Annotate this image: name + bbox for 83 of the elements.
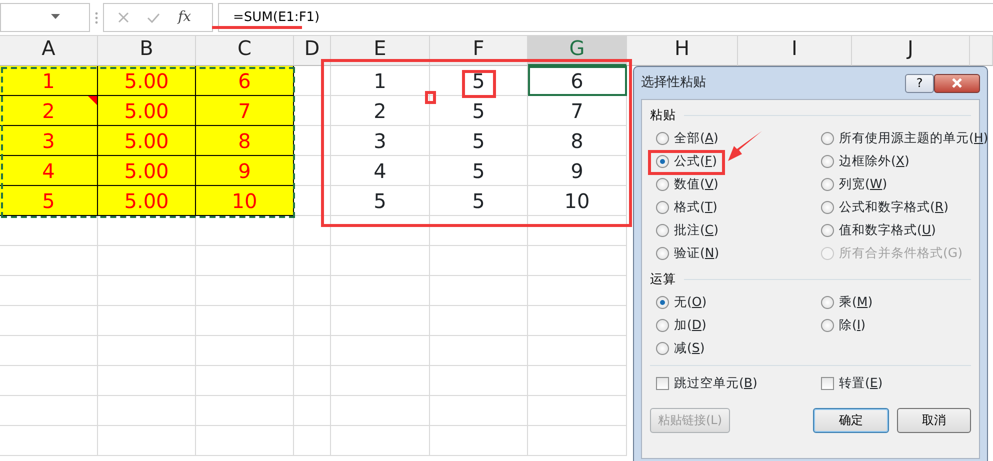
dropdown-caret-icon[interactable] bbox=[51, 14, 60, 19]
table-cell: 5.00 bbox=[98, 126, 196, 156]
radio-option[interactable]: 格式(T) bbox=[656, 198, 718, 218]
table-cell: 5.00 bbox=[98, 66, 196, 96]
dialog-button[interactable]: 取消 bbox=[897, 408, 971, 432]
table-cell: 5 bbox=[0, 186, 98, 216]
column-header[interactable]: B bbox=[98, 36, 196, 66]
radio-option[interactable]: 批注(C) bbox=[656, 220, 719, 241]
radio-option[interactable]: 乘(M) bbox=[821, 292, 873, 312]
table-cell: 5 bbox=[331, 186, 430, 216]
checkbox[interactable]: 转置(E) bbox=[821, 374, 883, 394]
empty-cell bbox=[294, 426, 331, 456]
table-cell: 4 bbox=[331, 156, 430, 186]
radio-option[interactable]: 边框除外(X) bbox=[821, 152, 910, 172]
empty-cell bbox=[294, 396, 331, 426]
radio-option[interactable]: 除(I) bbox=[821, 316, 866, 336]
table-cell: 5 bbox=[430, 126, 528, 156]
table-cell: 7 bbox=[196, 96, 294, 126]
table-cell: 1 bbox=[331, 66, 430, 96]
column-header[interactable]: G bbox=[528, 36, 627, 66]
radio-option[interactable]: 公式和数字格式(R) bbox=[821, 198, 948, 218]
radio-option[interactable]: 减(S) bbox=[656, 338, 705, 358]
radio-option[interactable]: 数值(V) bbox=[656, 174, 718, 195]
help-button[interactable]: ? bbox=[905, 74, 934, 92]
dialog-title: 选择性粘贴 bbox=[641, 74, 706, 92]
column-header[interactable]: I bbox=[738, 36, 852, 66]
empty-cell bbox=[294, 336, 331, 366]
radio-option[interactable]: 无(O) bbox=[656, 292, 707, 312]
dialog-button[interactable]: 确定 bbox=[813, 408, 889, 432]
cancel-icon[interactable] bbox=[118, 12, 129, 23]
table-cell: 9 bbox=[528, 156, 627, 186]
column-header[interactable]: F bbox=[430, 36, 528, 66]
radio-option[interactable]: 验证(N) bbox=[656, 244, 720, 264]
table-cell: 1 bbox=[0, 66, 98, 96]
formula-text[interactable]: =SUM(E1:F1) bbox=[233, 8, 320, 28]
table-cell: 5.00 bbox=[98, 96, 196, 126]
radio-option[interactable]: 公式(F) bbox=[656, 152, 717, 172]
check-icon[interactable] bbox=[147, 12, 160, 22]
table-cell: 10 bbox=[196, 186, 294, 216]
table-cell: 5.00 bbox=[98, 186, 196, 216]
table-cell: 5.00 bbox=[98, 156, 196, 186]
radio-option: 所有合并条件格式(G) bbox=[821, 244, 962, 264]
close-button[interactable] bbox=[934, 74, 980, 92]
table-cell: 3 bbox=[331, 126, 430, 156]
insert-function-button[interactable]: fx bbox=[178, 7, 192, 28]
column-header[interactable] bbox=[970, 36, 993, 66]
column-header[interactable]: D bbox=[294, 36, 331, 66]
empty-cell bbox=[294, 246, 331, 276]
table-cell: 3 bbox=[0, 126, 98, 156]
table-cell: 9 bbox=[196, 156, 294, 186]
checkbox[interactable]: 跳过空单元(B) bbox=[656, 374, 758, 394]
column-header[interactable]: E bbox=[331, 36, 430, 66]
radio-option[interactable]: 所有使用源主题的单元(H) bbox=[821, 128, 988, 149]
table-cell: 5 bbox=[430, 186, 528, 216]
table-cell: 8 bbox=[196, 126, 294, 156]
empty-cell bbox=[294, 366, 331, 396]
grip-icon bbox=[95, 12, 98, 24]
arrow-annotation bbox=[727, 130, 763, 162]
column-header[interactable]: J bbox=[852, 36, 970, 66]
group-label: 运算 bbox=[650, 270, 676, 288]
table-cell: 2 bbox=[331, 96, 430, 126]
column-header[interactable]: H bbox=[627, 36, 738, 66]
close-icon[interactable] bbox=[951, 78, 963, 88]
empty-cell bbox=[294, 306, 331, 336]
radio-option[interactable]: 列宽(W) bbox=[821, 174, 888, 195]
table-cell: 2 bbox=[0, 96, 98, 126]
table-cell: 10 bbox=[528, 186, 627, 216]
empty-cell bbox=[294, 216, 331, 246]
table-cell: 8 bbox=[528, 126, 627, 156]
table-cell: 5 bbox=[430, 96, 528, 126]
table-cell: 5 bbox=[430, 156, 528, 186]
group-label: 粘贴 bbox=[650, 106, 676, 124]
table-cell: 6 bbox=[528, 66, 627, 96]
table-cell: 7 bbox=[528, 96, 627, 126]
radio-option[interactable]: 全部(A) bbox=[656, 128, 718, 149]
empty-cell bbox=[294, 276, 331, 306]
column-header[interactable]: C bbox=[196, 36, 294, 66]
radio-option[interactable]: 值和数字格式(U) bbox=[821, 220, 936, 241]
table-cell: 5 bbox=[430, 66, 528, 96]
column-header[interactable]: A bbox=[0, 36, 98, 66]
table-cell: 6 bbox=[196, 66, 294, 96]
radio-option[interactable]: 加(D) bbox=[656, 316, 706, 336]
table-cell: 4 bbox=[0, 156, 98, 186]
